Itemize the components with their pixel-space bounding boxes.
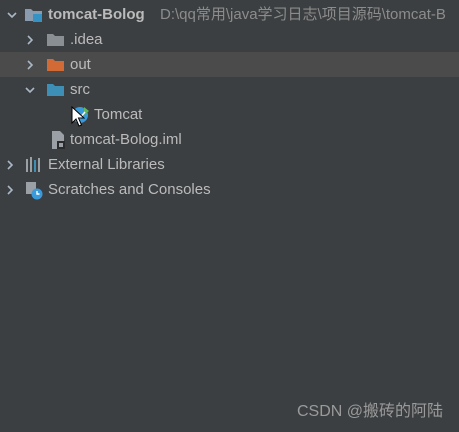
tree-item-label: out: [70, 56, 91, 73]
chevron-down-icon[interactable]: [4, 2, 20, 27]
tree-item-label: Tomcat: [94, 106, 143, 123]
watermark-text: CSDN @搬砖的阿陆: [296, 403, 443, 420]
tree-row-tomcat[interactable]: Tomcat: [0, 102, 459, 127]
tree-item-label: External Libraries: [48, 156, 165, 173]
module-file-icon: [48, 130, 68, 150]
project-tree: tomcat-Bolog D:\qq常用\java学习日志\项目源码\tomca…: [0, 0, 459, 432]
tree-row-iml[interactable]: tomcat-Bolog.iml: [0, 127, 459, 152]
root-project-path: D:\qq常用\java学习日志\项目源码\tomcat-B: [160, 6, 446, 23]
tree-item-label: tomcat-Bolog.iml: [70, 131, 182, 148]
tree-row-root[interactable]: tomcat-Bolog D:\qq常用\java学习日志\项目源码\tomca…: [0, 2, 459, 27]
project-folder-icon: [24, 5, 44, 25]
tree-item-label: .idea: [70, 31, 103, 48]
mouse-cursor-icon: [71, 105, 86, 128]
chevron-right-icon[interactable]: [22, 27, 38, 52]
chevron-right-icon[interactable]: [2, 152, 18, 177]
excluded-folder-icon: [46, 55, 66, 75]
scratches-icon: [24, 180, 44, 200]
root-project-name: tomcat-Bolog: [48, 6, 145, 23]
folder-icon: [46, 30, 66, 50]
source-folder-icon: [46, 80, 66, 100]
tree-row-out[interactable]: out: [0, 52, 459, 77]
chevron-right-icon[interactable]: [2, 177, 18, 202]
libraries-icon: [24, 155, 44, 175]
tree-item-label: Scratches and Consoles: [48, 181, 211, 198]
tree-row-idea[interactable]: .idea: [0, 27, 459, 52]
tree-row-external-libraries[interactable]: External Libraries: [0, 152, 459, 177]
tree-row-src[interactable]: src: [0, 77, 459, 102]
tree-item-label: src: [70, 81, 90, 98]
tree-row-scratches[interactable]: Scratches and Consoles: [0, 177, 459, 202]
chevron-right-icon[interactable]: [22, 52, 38, 77]
chevron-down-icon[interactable]: [22, 77, 38, 102]
